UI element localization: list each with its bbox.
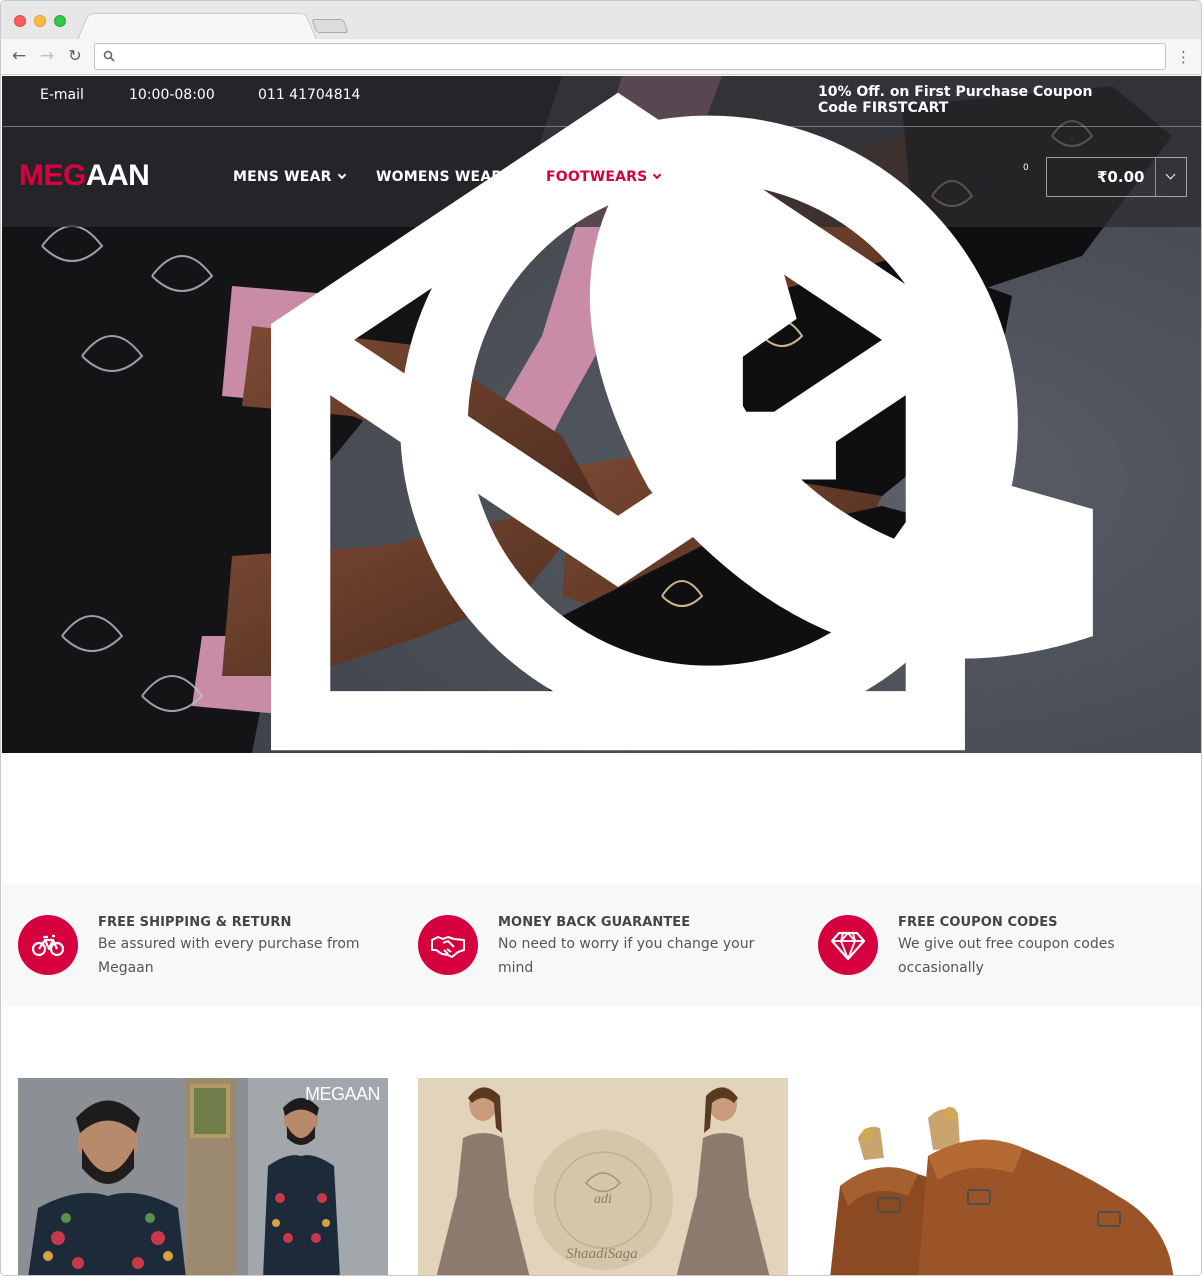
- footwear-card-image: [818, 1078, 1188, 1275]
- business-hours: 10:00-08:00: [109, 85, 1018, 734]
- feature-title: FREE COUPON CODES: [898, 915, 1058, 930]
- feature-icon-circle: [418, 915, 478, 975]
- svg-text:adi: adi: [594, 1192, 612, 1207]
- browser-toolbar: ← → ↻ ⋮: [1, 39, 1201, 75]
- category-card-footwear[interactable]: [818, 1078, 1188, 1275]
- reload-icon[interactable]: ↻: [65, 46, 85, 66]
- phone-text: 011 41704814: [258, 87, 361, 103]
- mens-card-image: [18, 1078, 388, 1275]
- nav-mens-wear[interactable]: MENS WEAR: [233, 168, 346, 186]
- feature-icon-circle: [818, 915, 878, 975]
- features-strip: FREE SHIPPING & RETURN Be assured with e…: [2, 884, 1201, 1007]
- hours-text: 10:00-08:00: [129, 87, 215, 103]
- nav-footwears[interactable]: FOOTWEARS: [546, 168, 662, 186]
- handshake-icon: [431, 936, 465, 958]
- minimize-window-button[interactable]: [34, 15, 46, 27]
- cart-button[interactable]: ₹0.00: [1046, 157, 1187, 197]
- site-logo[interactable]: MEGAAN: [19, 158, 150, 194]
- page-viewport: E-mail 10:00-08:00 011 41704814 10% Off.…: [2, 76, 1201, 1275]
- feature-description: No need to worry if you change your mind: [498, 936, 755, 976]
- logo-part-1: MEG: [19, 159, 86, 192]
- nav-womens-wear[interactable]: WOMENS WEAR: [376, 168, 517, 186]
- feature-free-coupons: FREE COUPON CODES We give out free coupo…: [802, 884, 1182, 1007]
- browser-tab[interactable]: [77, 13, 317, 40]
- browser-menu-icon[interactable]: ⋮: [1176, 47, 1191, 67]
- email-label: E-mail: [40, 87, 84, 103]
- hero-banner[interactable]: E-mail 10:00-08:00 011 41704814 10% Off.…: [2, 76, 1201, 753]
- basket-icon: [1065, 166, 1202, 753]
- browser-window: ← → ↻ ⋮ E-mail 10:00-08:00 011 41704814 …: [0, 0, 1202, 1276]
- site-header: E-mail 10:00-08:00 011 41704814 10% Off.…: [2, 76, 1201, 751]
- diamond-icon: [830, 931, 866, 961]
- phone-link[interactable]: 011 41704814: [239, 85, 1093, 659]
- chevron-down-icon: [337, 170, 346, 180]
- forward-arrow-icon[interactable]: →: [37, 46, 57, 66]
- feature-icon-circle: [18, 915, 78, 975]
- card-watermark: MEGAAN: [304, 1084, 381, 1104]
- feature-description: Be assured with every purchase from Mega…: [98, 936, 360, 976]
- chevron-down-icon: [653, 170, 662, 180]
- maximize-window-button[interactable]: [54, 15, 66, 27]
- nav-footwears-label: FOOTWEARS: [546, 169, 648, 185]
- new-tab-button[interactable]: [311, 19, 349, 33]
- feature-title: MONEY BACK GUARANTEE: [498, 915, 691, 930]
- nav-mens-wear-label: MENS WEAR: [233, 169, 332, 185]
- nav-womens-wear-label: WOMENS WEAR: [376, 169, 503, 185]
- email-link[interactable]: E-mail: [18, 85, 965, 751]
- browser-titlebar: [1, 1, 1201, 40]
- back-arrow-icon[interactable]: ←: [9, 46, 29, 66]
- logo-part-2: AAN: [85, 159, 150, 192]
- address-bar[interactable]: [94, 43, 1166, 70]
- cart-divider: [1155, 158, 1156, 196]
- close-window-button[interactable]: [14, 15, 26, 27]
- card-brand-watermark: ShaadiSaga: [566, 1246, 638, 1262]
- category-card-mens[interactable]: MEGAAN: [18, 1078, 388, 1275]
- cart-total: ₹0.00: [1097, 168, 1145, 186]
- wishlist-count: 0: [1023, 163, 1029, 173]
- feature-free-shipping: FREE SHIPPING & RETURN Be assured with e…: [2, 884, 382, 1007]
- feature-money-back: MONEY BACK GUARANTEE No need to worry if…: [402, 884, 782, 1007]
- search-icon: [103, 50, 115, 62]
- chevron-down-icon: [508, 170, 517, 180]
- category-card-womens[interactable]: adi ShaadiSaga: [418, 1078, 788, 1275]
- bicycle-icon: [31, 934, 65, 957]
- feature-description: We give out free coupon codes occasional…: [898, 936, 1115, 976]
- feature-title: FREE SHIPPING & RETURN: [98, 915, 292, 930]
